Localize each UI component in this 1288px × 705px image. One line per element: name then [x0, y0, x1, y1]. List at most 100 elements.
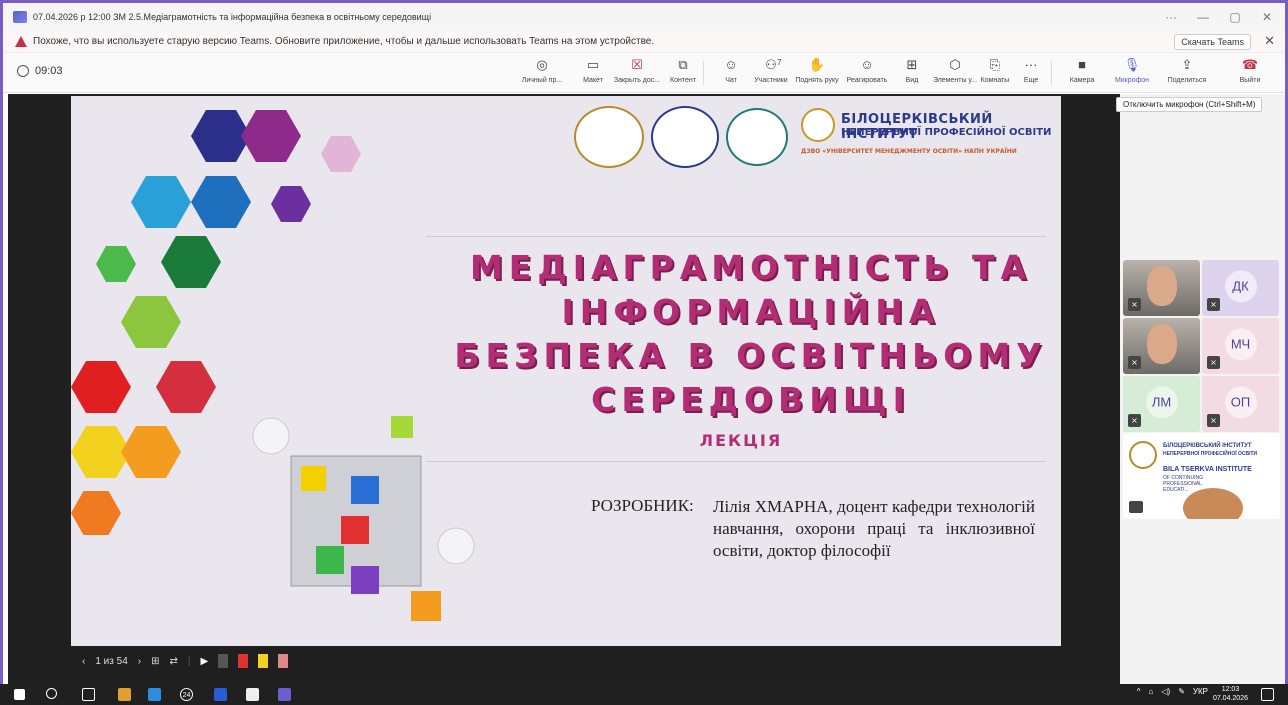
eraser-icon[interactable] [218, 654, 229, 668]
language-indicator[interactable]: УКР [1193, 687, 1208, 696]
view-icon: ⊞ [906, 57, 918, 72]
banner-close-button[interactable]: ✕ [1264, 33, 1275, 49]
title-line: СЕРЕДОВИЩІ [591, 380, 911, 419]
leave-button[interactable]: ☎ Выйти [1226, 57, 1274, 84]
participant-video [1147, 266, 1177, 306]
taskbar-time: 12:03 [1221, 686, 1240, 693]
download-teams-button[interactable]: Скачать Teams [1174, 34, 1251, 50]
personal-view-button[interactable]: ◎ Личный пр... [518, 57, 566, 84]
share-button[interactable]: ⇪ Поделиться [1163, 57, 1211, 84]
pen-icon[interactable]: ✎ [1178, 687, 1185, 696]
update-banner: Похоже, что вы используете старую версию… [3, 31, 1285, 53]
grid-view-icon[interactable]: ⊞ [151, 656, 159, 667]
slide-controls: ‹ 1 из 54 › ⊞ ⇄ | ▶ [82, 654, 289, 668]
notifications-icon[interactable] [1261, 688, 1274, 701]
mic-off-icon: ⨯ [1128, 414, 1141, 427]
participant-tile[interactable]: ЛМ ⨯ [1123, 376, 1200, 432]
more-button[interactable]: ··· Еще [1007, 57, 1055, 84]
participant-tile[interactable]: МЧ ⨯ [1202, 318, 1279, 374]
document-icon[interactable] [246, 688, 259, 701]
stop-sharing-button[interactable]: ☒ Закрыть дос... [613, 57, 661, 84]
red-pen-icon[interactable] [238, 654, 249, 668]
mic-off-icon: ⨯ [1207, 356, 1220, 369]
content-label: Контент [670, 77, 696, 84]
task-view-icon[interactable] [82, 688, 95, 701]
layout-icon: ▭ [586, 57, 600, 72]
raise-hand-label: Поднять руку [795, 77, 839, 84]
hexagon-decoration [121, 426, 181, 478]
search-icon[interactable] [46, 688, 57, 699]
pointer-icon[interactable]: ▶ [201, 656, 209, 667]
next-slide-button[interactable]: › [138, 656, 141, 667]
avatar: ОП [1224, 386, 1257, 419]
logo-emblem [574, 106, 644, 168]
close-window-button[interactable]: ✕ [1259, 10, 1275, 24]
hexagon-decoration [131, 176, 191, 228]
word-icon[interactable] [214, 688, 227, 701]
chevron-up-icon[interactable]: ^ [1137, 687, 1141, 696]
presentation-slide: БІЛОЦЕРКІВСЬКИЙ ІНСТИТУТ НЕПЕРЕРВНОЇ ПРО… [71, 96, 1061, 646]
highlighter-icon[interactable] [258, 654, 269, 668]
meeting-timer: 09:03 [17, 65, 63, 77]
stop-sharing-icon: ☒ [631, 57, 643, 72]
participant-tile[interactable]: ⨯ [1123, 260, 1200, 316]
title-line: БЕЗПЕКА В ОСВІТНЬОМУ [454, 336, 1048, 375]
camera-button[interactable]: ■ Камера [1058, 57, 1106, 84]
prev-slide-button[interactable]: ‹ [82, 656, 85, 667]
institute-logo-icon [1129, 441, 1157, 469]
avatar: ЛМ [1145, 386, 1178, 419]
badge-icon[interactable]: 24 [180, 688, 193, 701]
toolbar-separator [703, 61, 704, 85]
teams-app-icon [13, 11, 27, 23]
react-button[interactable]: ☺ Реагировать [843, 57, 891, 84]
avatar: МЧ [1224, 328, 1257, 361]
mic-tooltip: Отключить микрофон (Ctrl+Shift+M) [1116, 97, 1263, 112]
share-line: НЕПЕРЕРВНОЇ ПРОФЕСІЙНОЇ ОСВІТИ [1163, 451, 1258, 457]
participant-tile[interactable]: ДК ⨯ [1202, 260, 1279, 316]
divider [426, 236, 1046, 237]
participant-count: 7 [777, 58, 782, 67]
share-label: Поделиться [1167, 77, 1207, 84]
microphone-label: Микрофон [1114, 77, 1150, 84]
volume-icon[interactable]: ◁) [1161, 687, 1170, 696]
view-button[interactable]: ⊞ Вид [888, 57, 936, 84]
share-line: BILA TSERKVA INSTITUTE [1163, 466, 1252, 473]
title-line: МЕДІАГРАМОТНІСТЬ ТА [469, 248, 1033, 287]
avatar: ДК [1224, 270, 1257, 303]
sync-icon[interactable]: ⇄ [170, 656, 178, 667]
banner-message: Похоже, что вы используете старую версию… [33, 36, 655, 47]
share-line: БІЛОЦЕРКІВСЬКИЙ ІНСТИТУТ [1163, 443, 1252, 449]
shared-content-tile[interactable]: БІЛОЦЕРКІВСЬКИЙ ІНСТИТУТ НЕПЕРЕРВНОЇ ПРО… [1123, 433, 1280, 519]
minimize-button[interactable]: — [1195, 10, 1211, 24]
windows-start-icon[interactable] [14, 689, 25, 700]
participant-tile[interactable]: ⨯ [1123, 318, 1200, 374]
rooms-label: Комнаты [980, 77, 1010, 84]
app-icon[interactable] [118, 688, 131, 701]
layout-button[interactable]: ▭ Макет [569, 57, 617, 84]
share-icon: ⇪ [1181, 57, 1193, 72]
teams-taskbar-icon[interactable] [278, 688, 291, 701]
microphone-button[interactable]: 🎙 Микрофон [1108, 57, 1156, 84]
raise-hand-button[interactable]: ✋ Поднять руку [793, 57, 841, 84]
leave-icon: ☎ [1241, 57, 1259, 72]
institute-logo-icon [801, 108, 835, 142]
camera-icon: ■ [1078, 57, 1086, 72]
author-text: Лілія ХМАРНА, доцент кафедри технологій … [713, 497, 1035, 560]
toolbar-separator [1051, 61, 1052, 85]
author-label: РОЗРОБНИК: [591, 496, 694, 515]
camera-label: Камера [1069, 77, 1095, 84]
timer-value: 09:03 [35, 65, 63, 77]
participant-tile[interactable]: ОП ⨯ [1202, 376, 1279, 432]
content-button[interactable]: ⧉ Контент [659, 57, 707, 84]
pink-pen-icon[interactable] [278, 654, 289, 668]
participants-icon: ⚇ [765, 57, 777, 72]
network-icon[interactable]: ⌂ [1149, 687, 1154, 696]
explorer-icon[interactable] [148, 688, 161, 701]
maximize-button[interactable]: ▢ [1227, 10, 1243, 24]
participants-button[interactable]: ⚇ 7 Участники [747, 57, 795, 84]
slide-page-counter: 1 из 54 [95, 655, 128, 667]
participants-label: Участники [754, 77, 788, 84]
taskbar-clock[interactable]: 12:03 07.04.2026 [1213, 685, 1248, 703]
more-options-button[interactable]: ··· [1163, 10, 1179, 24]
layout-label: Макет [583, 77, 603, 84]
